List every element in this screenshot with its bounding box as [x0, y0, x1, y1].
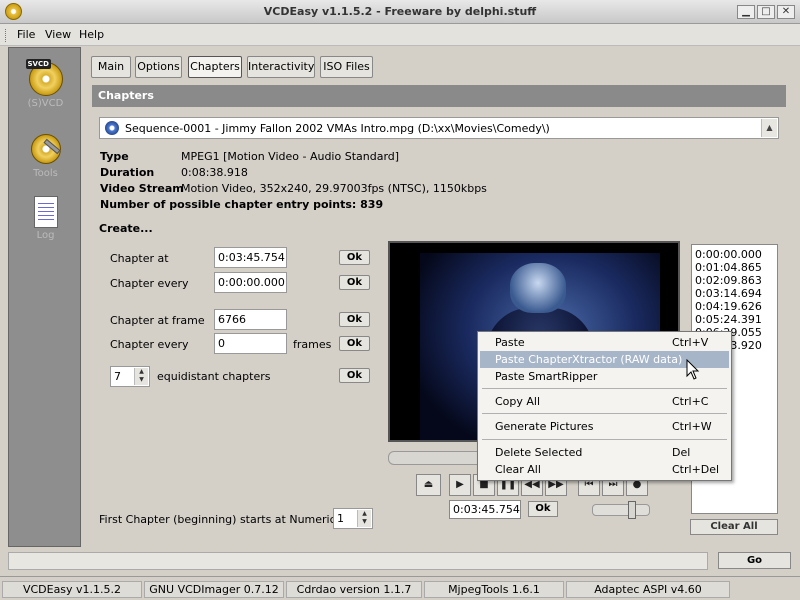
- first-chapter-value: 1: [337, 512, 344, 525]
- time-input[interactable]: 0:03:45.754: [449, 500, 521, 519]
- tab-chapters[interactable]: Chapters: [188, 56, 242, 78]
- status-vcdeasy-version: VCDEasy v1.1.5.2: [2, 581, 142, 598]
- disc-icon: SVCD: [25, 59, 63, 96]
- volume-slider-thumb[interactable]: [628, 501, 636, 519]
- file-select[interactable]: Sequence-0001 - Jimmy Fallon 2002 VMAs I…: [99, 117, 779, 139]
- status-vcdimager-version: GNU VCDImager 0.7.12: [144, 581, 284, 598]
- tab-interactivity[interactable]: Interactivity: [247, 56, 315, 78]
- menu-item-clear-all[interactable]: Clear All Ctrl+Del: [480, 461, 729, 478]
- menu-bar: File View Help: [0, 24, 800, 46]
- tab-main[interactable]: Main: [91, 56, 131, 78]
- eject-button[interactable]: ⏏: [416, 474, 441, 496]
- section-title: Chapters: [92, 85, 786, 107]
- sidebar-item-label: (S)VCD: [27, 98, 64, 109]
- sidebar: SVCD (S)VCD Tools Log: [8, 47, 81, 547]
- equidistant-ok-button[interactable]: Ok: [339, 368, 370, 383]
- duration-label: Duration: [100, 166, 155, 179]
- equidistant-stepper[interactable]: 7 ▲ ▼: [110, 366, 150, 387]
- log-icon: [33, 196, 58, 228]
- chapter-every-label: Chapter every: [110, 277, 189, 290]
- duration-value: 0:08:38.918: [181, 166, 248, 179]
- status-bar: VCDEasy v1.1.5.2 GNU VCDImager 0.7.12 Cd…: [0, 576, 800, 600]
- equidistant-value: 7: [114, 370, 121, 383]
- go-button[interactable]: Go: [718, 552, 791, 569]
- status-aspi-version: Adaptec ASPI v4.60: [566, 581, 730, 598]
- sidebar-item-tools[interactable]: Tools: [9, 132, 82, 179]
- context-menu: Paste Ctrl+V Paste ChapterXtractor (RAW d…: [477, 331, 732, 481]
- stepper-arrows-icon[interactable]: ▲ ▼: [357, 510, 371, 527]
- menu-item-copy-all[interactable]: Copy All Ctrl+C: [480, 393, 729, 410]
- type-value: MPEG1 [Motion Video - Audio Standard]: [181, 150, 400, 163]
- equidistant-label: equidistant chapters: [157, 370, 271, 383]
- list-item[interactable]: 0:04:19.626: [695, 300, 777, 313]
- sidebar-item-log[interactable]: Log: [9, 196, 82, 241]
- sidebar-item-label: Log: [36, 230, 55, 241]
- chapter-every-input[interactable]: 0:00:00.000: [214, 272, 287, 293]
- play-button[interactable]: ▶: [449, 474, 471, 496]
- chapter-at-frame-label: Chapter at frame: [110, 314, 205, 327]
- clear-all-button[interactable]: Clear All: [690, 519, 778, 535]
- title-bar: VCDEasy v1.1.5.2 - Freeware by delphi.st…: [0, 0, 800, 24]
- sidebar-item-svcd[interactable]: SVCD (S)VCD: [9, 59, 82, 109]
- first-chapter-stepper[interactable]: 1 ▲ ▼: [333, 508, 373, 529]
- volume-slider-track[interactable]: [592, 504, 650, 516]
- disc-icon: [105, 121, 119, 135]
- chapter-at-input[interactable]: 0:03:45.754: [214, 247, 287, 268]
- chapter-every-frames-input[interactable]: 0: [214, 333, 287, 354]
- chapter-every-frames-ok-button[interactable]: Ok: [339, 336, 370, 351]
- close-button[interactable]: ✕: [777, 5, 795, 19]
- tab-options[interactable]: Options: [135, 56, 182, 78]
- menu-item-generate-pictures[interactable]: Generate Pictures Ctrl+W: [480, 418, 729, 435]
- chapter-at-ok-button[interactable]: Ok: [339, 250, 370, 265]
- list-item[interactable]: 0:01:04.865: [695, 261, 777, 274]
- menu-help[interactable]: Help: [79, 28, 104, 41]
- status-cdrdao-version: Cdrdao version 1.1.7: [286, 581, 422, 598]
- window-title: VCDEasy v1.1.5.2 - Freeware by delphi.st…: [263, 5, 537, 18]
- menu-grip: [5, 29, 8, 42]
- minimize-button[interactable]: ▁: [737, 5, 755, 19]
- list-item[interactable]: 0:03:14.694: [695, 287, 777, 300]
- file-select-value: Sequence-0001 - Jimmy Fallon 2002 VMAs I…: [125, 122, 550, 135]
- menu-view[interactable]: View: [45, 28, 71, 41]
- menu-separator: [482, 388, 727, 389]
- sidebar-item-label: Tools: [33, 168, 58, 179]
- menu-item-paste[interactable]: Paste Ctrl+V: [480, 334, 729, 351]
- maximize-button[interactable]: □: [757, 5, 775, 19]
- menu-item-delete-selected[interactable]: Delete Selected Del: [480, 444, 729, 461]
- chapter-every-ok-button[interactable]: Ok: [339, 275, 370, 290]
- type-label: Type: [100, 150, 129, 163]
- status-mjpegtools-version: MjpegTools 1.6.1: [424, 581, 564, 598]
- chapter-every-frames-label: Chapter every: [110, 338, 189, 351]
- menu-separator: [482, 439, 727, 440]
- stepper-arrows-icon[interactable]: ▲ ▼: [134, 368, 148, 385]
- list-item[interactable]: 0:05:24.391: [695, 313, 777, 326]
- menu-separator: [482, 413, 727, 414]
- entry-points-count: Number of possible chapter entry points:…: [100, 198, 384, 211]
- chapter-at-label: Chapter at: [110, 252, 169, 265]
- chevron-down-icon[interactable]: ▲: [761, 119, 777, 137]
- progress-bar: [8, 552, 708, 570]
- list-item[interactable]: 0:00:00.000: [695, 248, 777, 261]
- time-ok-button[interactable]: Ok: [528, 501, 558, 517]
- menu-file[interactable]: File: [17, 28, 35, 41]
- tools-icon: [29, 132, 63, 166]
- frames-label: frames: [293, 338, 332, 351]
- list-item[interactable]: 0:02:09.863: [695, 274, 777, 287]
- first-chapter-label: First Chapter (beginning) starts at Nume…: [99, 513, 360, 526]
- eject-icon: ⏏: [423, 479, 434, 490]
- video-stream-label: Video Stream: [100, 182, 184, 195]
- play-icon: ▶: [456, 479, 464, 490]
- video-stream-value: Motion Video, 352x240, 29.97003fps (NTSC…: [181, 182, 487, 195]
- tab-iso-files[interactable]: ISO Files: [320, 56, 373, 78]
- chapter-at-frame-ok-button[interactable]: Ok: [339, 312, 370, 327]
- chapter-at-frame-input[interactable]: 6766: [214, 309, 287, 330]
- mouse-cursor-icon: [686, 359, 700, 380]
- create-label: Create...: [99, 222, 153, 235]
